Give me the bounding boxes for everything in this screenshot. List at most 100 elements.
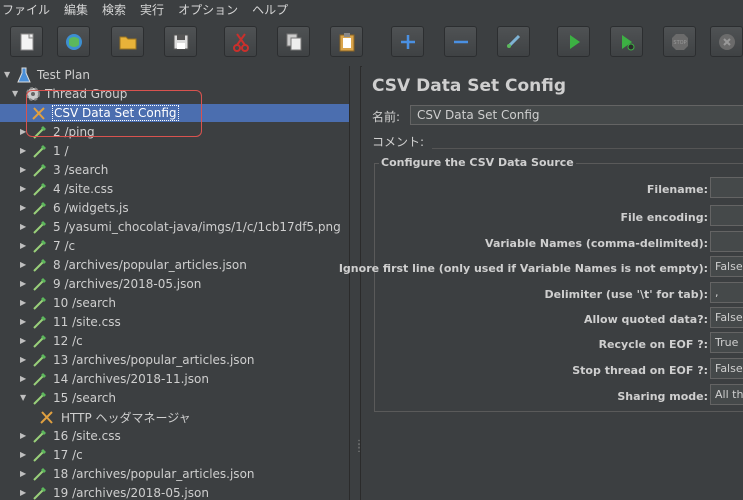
tree-node-sampler[interactable]: ▶ 10 /search — [0, 294, 349, 312]
stop-thread-eof-select[interactable]: False — [710, 358, 743, 379]
menu-help[interactable]: ヘルプ — [252, 1, 288, 18]
allow-quoted-select[interactable]: False — [710, 307, 743, 328]
collapsed-arrow-icon[interactable]: ▶ — [20, 204, 28, 212]
tree-node-label: 5 /yasumi_chocolat-java/imgs/1/c/1cb17df… — [53, 220, 341, 234]
tree-node-header-manager[interactable]: HTTP ヘッダマネージャ — [0, 408, 349, 426]
tree-node-sampler[interactable]: ▶ 8 /archives/popular_articles.json — [0, 256, 349, 274]
collapsed-arrow-icon[interactable]: ▶ — [20, 432, 28, 440]
tree-node-sampler[interactable]: ▶ 17 /c — [0, 446, 349, 464]
paste-button[interactable] — [330, 26, 363, 57]
svg-text:STOP: STOP — [673, 40, 686, 46]
stop-thread-eof-label: Stop thread on EOF ?: — [572, 364, 708, 377]
stop-button[interactable]: STOP — [663, 26, 696, 57]
tree-node-sampler[interactable]: ▼ 15 /search — [0, 389, 349, 407]
collapsed-arrow-icon[interactable]: ▶ — [20, 261, 28, 269]
menu-options[interactable]: オプション — [178, 1, 238, 18]
menu-run[interactable]: 実行 — [140, 1, 164, 18]
tree-node-sampler[interactable]: ▶ 3 /search — [0, 161, 349, 179]
annotation-highlight — [26, 90, 202, 137]
cut-button[interactable] — [224, 26, 257, 57]
save-icon — [173, 34, 188, 49]
recycle-eof-label: Recycle on EOF ?: — [598, 338, 708, 351]
menu-file[interactable]: ファイル — [2, 1, 50, 18]
collapsed-arrow-icon[interactable]: ▶ — [20, 375, 28, 383]
collapsed-arrow-icon[interactable]: ▶ — [20, 280, 28, 288]
open-button[interactable] — [111, 26, 144, 57]
tree-node-sampler[interactable]: ▶ 1 / — [0, 142, 349, 160]
tree-node-label: Test Plan — [37, 68, 90, 82]
filename-input[interactable] — [710, 177, 743, 198]
tree-node-label: 15 /search — [53, 391, 116, 405]
delimiter-input[interactable]: , — [710, 282, 743, 303]
start-no-pause-icon — [621, 34, 634, 50]
tree-node-label: 11 /site.css — [53, 315, 121, 329]
collapsed-arrow-icon[interactable]: ▶ — [20, 489, 28, 497]
tree-node-sampler[interactable]: ▶ 9 /archives/2018-05.json — [0, 275, 349, 293]
tree-node-test-plan[interactable]: ▼ Test Plan — [0, 66, 349, 84]
tree-node-sampler[interactable]: ▶ 5 /yasumi_chocolat-java/imgs/1/c/1cb17… — [0, 218, 349, 236]
name-input[interactable]: CSV Data Set Config — [410, 105, 743, 125]
sampler-icon — [33, 316, 46, 329]
sampler-icon — [33, 335, 46, 348]
templates-button[interactable] — [57, 26, 90, 57]
sampler-icon — [33, 468, 46, 481]
sampler-icon — [33, 240, 46, 253]
collapsed-arrow-icon[interactable]: ▶ — [20, 242, 28, 250]
tree-node-sampler[interactable]: ▶ 14 /archives/2018-11.json — [0, 370, 349, 388]
collapsed-arrow-icon[interactable]: ▶ — [20, 451, 28, 459]
ignore-first-line-select[interactable]: False — [710, 256, 743, 277]
tree-node-label: 4 /site.css — [53, 182, 114, 196]
start-button[interactable] — [557, 26, 590, 57]
tree-node-label: 12 /c — [53, 334, 83, 348]
expanded-arrow-icon[interactable]: ▼ — [4, 71, 12, 79]
tree-node-label: 18 /archives/popular_articles.json — [53, 467, 255, 481]
shutdown-button[interactable] — [710, 26, 743, 57]
tree-node-label: 14 /archives/2018-11.json — [53, 372, 209, 386]
tree-node-label: 7 /c — [53, 239, 76, 253]
tree-node-sampler[interactable]: ▶ 13 /archives/popular_articles.json — [0, 351, 349, 369]
allow-quoted-label: Allow quoted data?: — [583, 313, 708, 326]
new-button[interactable] — [10, 26, 43, 57]
copy-button[interactable] — [277, 26, 310, 57]
recycle-eof-select[interactable]: True — [710, 332, 743, 353]
start-icon — [569, 34, 580, 49]
tree-node-sampler[interactable]: ▶ 16 /site.css — [0, 427, 349, 445]
tree-node-sampler[interactable]: ▶ 6 /widgets.js — [0, 199, 349, 217]
collapsed-arrow-icon[interactable]: ▶ — [20, 223, 28, 231]
expanded-arrow-icon[interactable]: ▼ — [12, 90, 20, 98]
start-no-pause-button[interactable] — [610, 26, 643, 57]
tree-node-sampler[interactable]: ▶ 19 /archives/2018-05.json — [0, 484, 349, 500]
expand-button[interactable] — [391, 26, 424, 57]
expanded-arrow-icon[interactable]: ▼ — [20, 394, 28, 402]
collapsed-arrow-icon[interactable]: ▶ — [20, 318, 28, 326]
tree-node-sampler[interactable]: ▶ 18 /archives/popular_articles.json — [0, 465, 349, 483]
variable-names-input[interactable] — [710, 231, 743, 252]
collapsed-arrow-icon[interactable]: ▶ — [20, 299, 28, 307]
tree-node-label: 10 /search — [53, 296, 116, 310]
tree-node-sampler[interactable]: ▶ 4 /site.css — [0, 180, 349, 198]
file-encoding-input[interactable] — [710, 205, 743, 226]
menu-search[interactable]: 検索 — [102, 1, 126, 18]
tree-node-sampler[interactable]: ▶ 7 /c — [0, 237, 349, 255]
menu-edit[interactable]: 編集 — [64, 1, 88, 18]
tree-node-sampler[interactable]: ▶ 12 /c — [0, 332, 349, 350]
toggle-button[interactable] — [497, 26, 530, 57]
comment-input[interactable] — [432, 148, 743, 149]
collapse-button[interactable] — [444, 26, 477, 57]
tree-node-sampler[interactable]: ▶ 11 /site.css — [0, 313, 349, 331]
collapsed-arrow-icon[interactable]: ▶ — [20, 356, 28, 364]
sharing-mode-select[interactable]: All th — [710, 384, 743, 405]
collapsed-arrow-icon[interactable]: ▶ — [20, 470, 28, 478]
collapsed-arrow-icon[interactable]: ▶ — [20, 185, 28, 193]
tree-node-label: HTTP ヘッダマネージャ — [61, 410, 191, 425]
tree-node-label: 17 /c — [53, 448, 83, 462]
pane-splitter[interactable]: ⋮ ⋮ — [349, 66, 364, 500]
group-title: Configure the CSV Data Source — [379, 156, 576, 169]
sampler-icon — [33, 183, 46, 196]
collapsed-arrow-icon[interactable]: ▶ — [20, 166, 28, 174]
collapsed-arrow-icon[interactable]: ▶ — [20, 337, 28, 345]
tree-node-label: 3 /search — [53, 163, 109, 177]
collapsed-arrow-icon[interactable]: ▶ — [20, 147, 28, 155]
save-button[interactable] — [164, 26, 197, 57]
test-plan-icon — [17, 67, 31, 83]
